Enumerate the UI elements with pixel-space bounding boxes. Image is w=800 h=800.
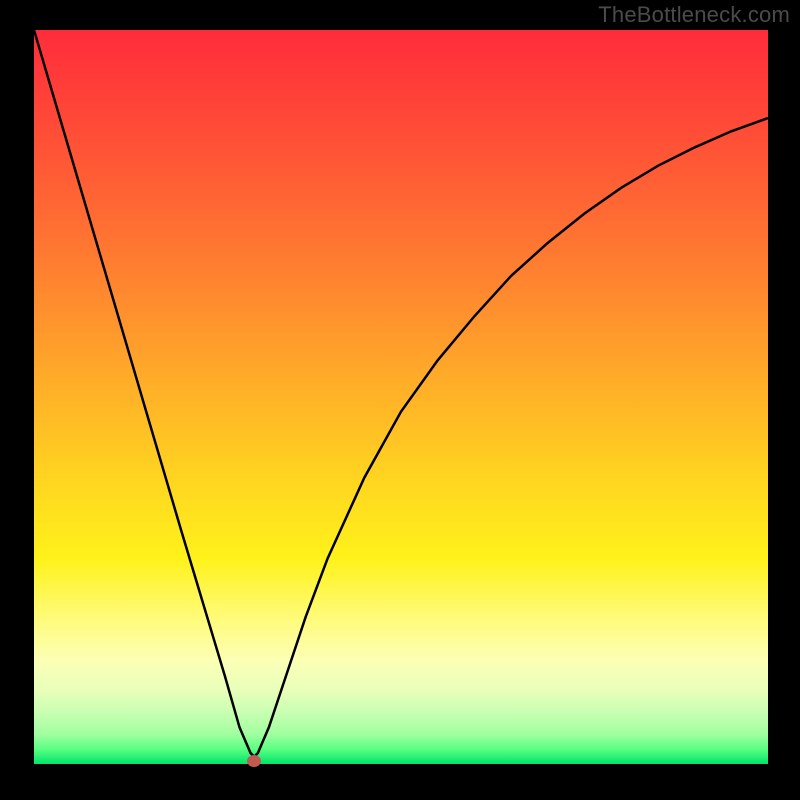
chart-frame: TheBottleneck.com (0, 0, 800, 800)
plot-area (34, 30, 768, 764)
watermark-text: TheBottleneck.com (598, 2, 790, 28)
optimal-marker (247, 755, 261, 767)
curve-path (34, 30, 768, 757)
bottleneck-curve (34, 30, 768, 764)
